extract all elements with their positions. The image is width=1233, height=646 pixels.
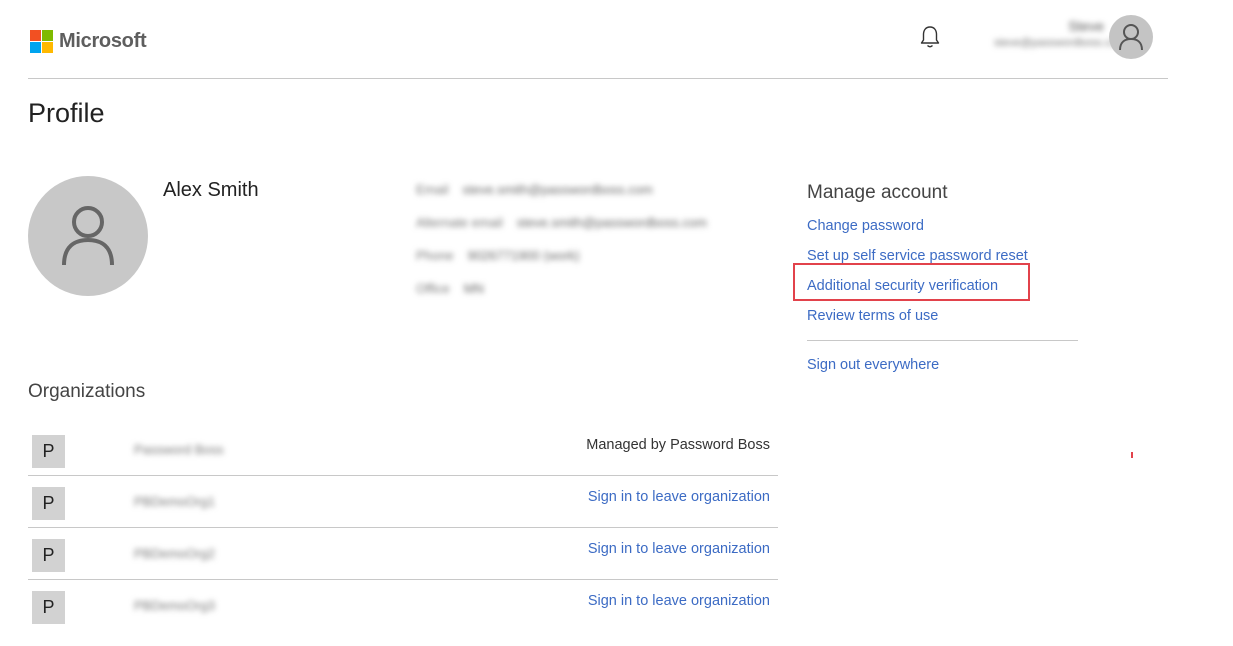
organization-row: P PBDemoOrg3 Sign in to leave organizati… bbox=[28, 580, 778, 632]
page-title: Profile bbox=[28, 98, 105, 128]
detail-phone: Phone 9026771900 (work) bbox=[416, 248, 580, 263]
org-badge: P bbox=[32, 435, 65, 468]
user-avatar[interactable] bbox=[1109, 15, 1153, 59]
additional-security-verification-link[interactable]: Additional security verification bbox=[807, 278, 998, 294]
leave-organization-link[interactable]: Sign in to leave organization bbox=[588, 489, 770, 505]
org-badge: P bbox=[32, 487, 65, 520]
org-badge: P bbox=[32, 539, 65, 572]
leave-organization-link[interactable]: Sign in to leave organization bbox=[588, 593, 770, 609]
organizations-title: Organizations bbox=[28, 381, 146, 402]
person-icon bbox=[1119, 24, 1143, 51]
microsoft-logo-icon bbox=[30, 30, 53, 53]
divider bbox=[807, 340, 1078, 341]
organization-row: P PBDemoOrg1 Sign in to leave organizati… bbox=[28, 476, 778, 528]
org-managed-label: Managed by Password Boss bbox=[586, 437, 770, 453]
user-info: Steve steve@passwordboss.com bbox=[994, 18, 1126, 58]
microsoft-logo[interactable]: Microsoft bbox=[30, 30, 147, 53]
manage-account-panel: Manage account Change password Set up se… bbox=[793, 182, 1078, 385]
profile-name: Alex Smith bbox=[163, 179, 259, 201]
user-name: Steve bbox=[1068, 18, 1104, 34]
person-icon bbox=[62, 206, 114, 266]
org-name: PBDemoOrg2 bbox=[134, 546, 215, 561]
additional-security-verification-item: Additional security verification bbox=[793, 263, 1078, 306]
profile-details: Email steve.smith@passwordboss.com Altern… bbox=[416, 182, 707, 314]
sign-out-everywhere-link[interactable]: Sign out everywhere bbox=[807, 355, 1078, 385]
org-name: Password Boss bbox=[134, 442, 224, 457]
detail-alternate-email: Alternate email steve.smith@passwordboss.… bbox=[416, 215, 707, 230]
organization-row: P PBDemoOrg2 Sign in to leave organizati… bbox=[28, 528, 778, 580]
org-name: PBDemoOrg3 bbox=[134, 598, 215, 613]
detail-email: Email steve.smith@passwordboss.com bbox=[416, 182, 653, 197]
org-badge: P bbox=[32, 591, 65, 624]
top-header: Microsoft Steve steve@passwordboss.com bbox=[28, 0, 1168, 79]
detail-office: Office MN bbox=[416, 281, 484, 296]
bell-icon[interactable] bbox=[918, 24, 942, 50]
stray-mark bbox=[1131, 452, 1133, 458]
organization-row: P Password Boss Managed by Password Boss bbox=[28, 424, 778, 476]
leave-organization-link[interactable]: Sign in to leave organization bbox=[588, 541, 770, 557]
review-terms-of-use-link[interactable]: Review terms of use bbox=[807, 306, 1078, 336]
brand-name: Microsoft bbox=[59, 30, 147, 52]
organizations-list: P Password Boss Managed by Password Boss… bbox=[28, 424, 778, 632]
profile-avatar bbox=[28, 176, 148, 296]
manage-account-title: Manage account bbox=[807, 182, 948, 203]
org-name: PBDemoOrg1 bbox=[134, 494, 215, 509]
change-password-link[interactable]: Change password bbox=[807, 216, 1078, 246]
user-email: steve@passwordboss.com bbox=[994, 37, 1126, 49]
